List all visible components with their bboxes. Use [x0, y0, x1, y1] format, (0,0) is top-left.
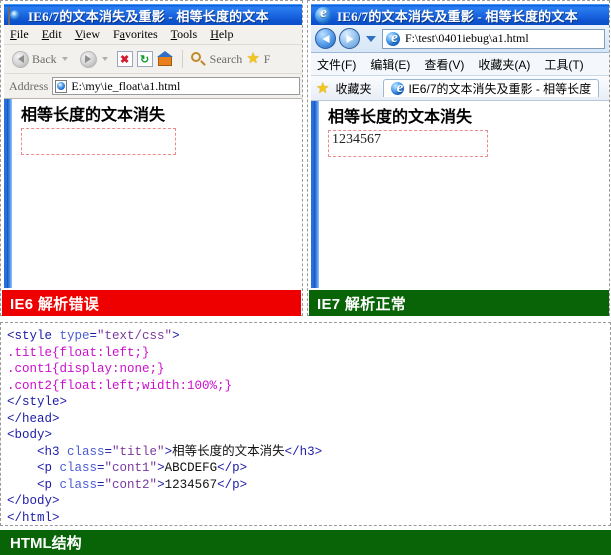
ie6-toolbar: Back ✖ ↻ Search ★ F: [4, 45, 302, 74]
browser-tab[interactable]: IE6/7的文本消失及重影 - 相等长度: [383, 79, 600, 97]
toolbar-separator: [181, 50, 183, 68]
code-line: </html>: [7, 510, 60, 525]
home-icon[interactable]: [156, 51, 174, 67]
address-input[interactable]: E:\my\ie_float\a1.html: [52, 77, 300, 95]
menu-item-edit[interactable]: 编辑(E): [370, 56, 410, 73]
code-line: </body>: [7, 494, 60, 508]
forward-icon[interactable]: [339, 28, 360, 49]
favorites-star-icon[interactable]: ★: [246, 51, 259, 67]
code-line: </style>: [7, 395, 68, 409]
forward-button[interactable]: [77, 49, 113, 70]
menu-item-view[interactable]: View: [75, 27, 100, 42]
ie7-rendered-page: 相等长度的文本消失 1234567: [314, 101, 609, 158]
code-caption-text: HTML结构: [10, 535, 82, 552]
code-line: <h3 class="title">相等长度的文本消失</h3>: [7, 444, 323, 459]
code-line: </head>: [7, 411, 60, 426]
code-line: <p class="cont1">ABCDEFG</p>: [7, 461, 248, 475]
menu-item-view[interactable]: 查看(V): [424, 56, 464, 73]
refresh-icon[interactable]: ↻: [136, 51, 153, 67]
ie7-favorites-bar: ★ 收藏夹 IE6/7的文本消失及重影 - 相等长度: [311, 76, 609, 101]
menu-item-edit[interactable]: Edit: [42, 27, 62, 42]
ie7-title-bar: IE6/7的文本消失及重影 - 相等长度的文本: [311, 4, 609, 25]
ie6-left-edge-strip: [7, 99, 12, 288]
address-input[interactable]: F:\test\0401iebug\a1.html: [382, 28, 605, 49]
ie7-result-caption: IE7 解析正常: [309, 290, 609, 316]
menu-item-favorites[interactable]: Favorites: [113, 27, 158, 42]
back-icon[interactable]: [315, 28, 336, 49]
page-icon: [55, 79, 68, 93]
back-label: Back: [32, 51, 57, 66]
cont2-box: 1234567: [328, 130, 488, 158]
ie6-caption-text: IE6 解析错误: [10, 295, 100, 313]
ie7-left-edge-strip: [314, 101, 319, 288]
page-icon: [386, 30, 403, 47]
code-line: <style type="text/css">: [7, 329, 180, 343]
menu-item-file[interactable]: File: [10, 27, 29, 42]
ie6-document-icon: [8, 6, 23, 25]
ie6-browser-window: IE6/7的文本消失及重影 - 相等长度的文本 File Edit View F…: [4, 4, 302, 290]
chevron-down-icon[interactable]: [101, 57, 108, 61]
menu-item-tools[interactable]: 工具(T): [544, 56, 583, 73]
code-line: .title{float:left;}: [7, 345, 150, 360]
search-label: Search: [209, 51, 243, 66]
favorites-label: F: [263, 51, 271, 66]
address-value: E:\my\ie_float\a1.html: [71, 78, 181, 93]
menu-item-help[interactable]: Help: [210, 27, 233, 42]
internet-explorer-logo-icon: [315, 5, 332, 24]
browser-comparison-panels: IE6/7的文本消失及重影 - 相等长度的文本 File Edit View F…: [0, 0, 611, 318]
ie6-rendered-page: 相等长度的文本消失: [7, 99, 302, 156]
ie6-panel: IE6/7的文本消失及重影 - 相等长度的文本 File Edit View F…: [0, 0, 303, 316]
back-button[interactable]: Back: [9, 49, 73, 70]
chevron-down-icon[interactable]: [61, 57, 68, 61]
page-heading: 相等长度的文本消失: [21, 107, 166, 124]
page-heading: 相等长度的文本消失: [328, 109, 473, 126]
cont2-box: [21, 128, 176, 156]
back-icon: [12, 50, 29, 68]
code-caption: HTML结构: [0, 530, 611, 555]
recent-pages-chevron-down-icon[interactable]: [366, 35, 376, 42]
ie6-page-viewport: 相等长度的文本消失: [4, 99, 302, 288]
menu-item-favorites[interactable]: 收藏夹(A): [478, 56, 530, 73]
ie6-window-title: IE6/7的文本消失及重影 - 相等长度的文本: [28, 8, 269, 24]
html-source-code-block: <style type="text/css"> .title{float:left…: [0, 322, 611, 526]
ie7-browser-window: IE6/7的文本消失及重影 - 相等长度的文本 F:\test\0401iebu…: [311, 4, 609, 290]
ie7-window-title: IE6/7的文本消失及重影 - 相等长度的文本: [337, 8, 578, 24]
address-label: Address: [9, 78, 49, 93]
code-line: .cont1{display:none;}: [7, 362, 165, 376]
ie7-menu-bar: 文件(F) 编辑(E) 查看(V) 收藏夹(A) 工具(T): [311, 53, 609, 76]
ie6-address-bar: Address E:\my\ie_float\a1.html: [4, 74, 302, 99]
menu-item-file[interactable]: 文件(F): [317, 56, 356, 73]
code-line: <body>: [7, 428, 53, 442]
code-line: <p class="cont2">1234567</p>: [7, 477, 248, 492]
ie6-menu-bar: File Edit View Favorites Tools Help: [4, 25, 302, 45]
ie7-page-viewport: 相等长度的文本消失 1234567: [311, 101, 609, 288]
tab-label: IE6/7的文本消失及重影 - 相等长度: [408, 82, 592, 96]
favorites-bar-label[interactable]: 收藏夹: [335, 80, 371, 97]
address-value: F:\test\0401iebug\a1.html: [405, 31, 529, 45]
tab-favicon-icon: [391, 80, 408, 97]
search-icon[interactable]: [190, 51, 206, 67]
forward-icon: [79, 50, 97, 68]
ie7-panel: IE6/7的文本消失及重影 - 相等长度的文本 F:\test\0401iebu…: [307, 0, 610, 316]
ie7-navigation-bar: F:\test\0401iebug\a1.html: [311, 25, 609, 53]
stop-icon[interactable]: ✖: [116, 51, 133, 67]
ie6-result-caption: IE6 解析错误: [2, 290, 301, 316]
menu-item-tools[interactable]: Tools: [171, 27, 198, 42]
code-line: .cont2{float:left;width:100%;}: [7, 378, 233, 393]
ie7-caption-text: IE7 解析正常: [317, 295, 407, 313]
favorites-star-icon[interactable]: ★: [316, 81, 329, 96]
ie6-title-bar: IE6/7的文本消失及重影 - 相等长度的文本: [4, 4, 302, 25]
